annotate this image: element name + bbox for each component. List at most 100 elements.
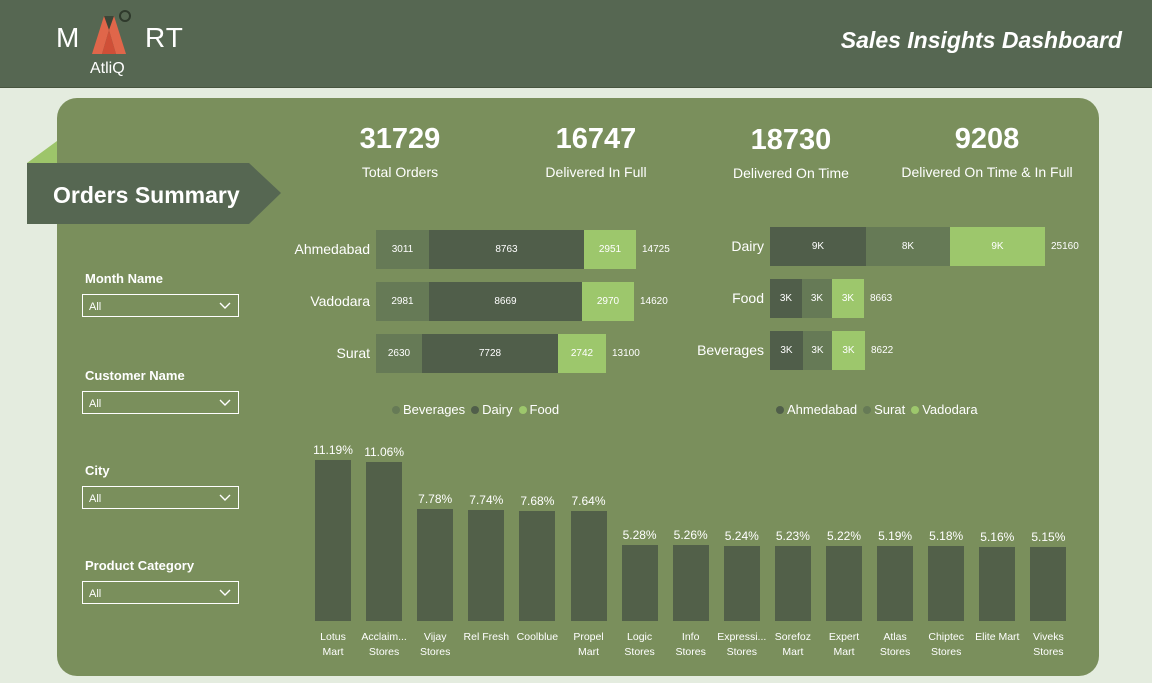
kpi-value: 18730 xyxy=(750,124,832,156)
column-data-label: 5.22% xyxy=(826,529,862,543)
kpi-delivered-otif: 9208 Delivered On Time & In Full xyxy=(887,123,1087,180)
bar-segment: 2742 xyxy=(558,334,606,373)
column-category-label: Sorefoz Mart xyxy=(774,631,811,658)
legend-label: Food xyxy=(529,402,560,417)
column-bar xyxy=(417,509,454,621)
legend-dot xyxy=(392,405,400,414)
bar-segment: 2630 xyxy=(376,334,422,373)
legend-item-dairy: Dairy xyxy=(471,402,513,417)
row-label: Ahmedabad xyxy=(294,241,370,257)
column-category-label: Expert Mart xyxy=(828,631,860,658)
header-bar: M RT AtliQ Sales Insights Dashboard xyxy=(0,0,1152,88)
dropdown-value: All xyxy=(89,398,102,410)
column-category-label: Elite Mart xyxy=(975,631,1020,643)
chevron-down-icon xyxy=(219,494,231,501)
column-category-label: Lotus Mart xyxy=(320,631,346,658)
customer-share-column-chart: 11.19% Lotus Mart 11.06% Acclaim... Stores 7… xyxy=(306,440,1076,665)
city-dropdown[interactable]: All xyxy=(82,486,239,509)
bar-segment: 3K xyxy=(802,279,832,318)
bar-total-label: 8622 xyxy=(871,345,894,356)
dropdown-value: All xyxy=(89,493,102,505)
column-bar xyxy=(826,546,862,621)
row-label: Surat xyxy=(336,345,370,361)
chevron-down-icon xyxy=(219,302,231,309)
bar-segment: 7728 xyxy=(422,334,558,373)
product-category-dropdown[interactable]: All xyxy=(82,581,239,604)
bar-segment: 2951 xyxy=(584,230,636,269)
legend-item-surat: Surat xyxy=(863,402,905,417)
kpi-delivered-in-full: 16747 Delivered In Full xyxy=(496,123,696,180)
bar-segment: 3K xyxy=(770,331,803,370)
legend-label: Ahmedabad xyxy=(787,402,858,417)
column-bar xyxy=(366,462,403,621)
column-bar xyxy=(672,545,709,621)
legend-item-vadodara: Vadodara xyxy=(911,402,978,417)
column-bar xyxy=(928,546,965,621)
legend-item-food: Food xyxy=(518,402,560,417)
column-data-label: 5.26% xyxy=(673,528,708,542)
column-data-label: 5.24% xyxy=(724,529,759,543)
column-category-label: Chiptec Stores xyxy=(928,631,964,658)
column-category-label: Vijay Stores xyxy=(420,631,451,658)
legend-label: Vadodara xyxy=(922,402,978,417)
bar-total-label: 8663 xyxy=(870,293,893,304)
column-category-label: Coolblue xyxy=(516,631,559,643)
column-category-label: Viveks Stores xyxy=(1033,631,1064,658)
legend-label: Surat xyxy=(874,402,906,417)
column-bar xyxy=(570,511,607,621)
atliq-mart-logo: M RT AtliQ xyxy=(56,8,186,80)
column-category-label: Acclaim... Stores xyxy=(361,631,407,658)
column-data-label: 5.19% xyxy=(878,529,913,543)
kpi-label: Total Orders xyxy=(361,164,439,180)
kpi-label: Delivered On Time xyxy=(733,165,849,181)
column-data-label: 7.78% xyxy=(418,492,453,506)
dropdown-value: All xyxy=(89,301,102,313)
column-bar xyxy=(774,546,811,621)
month-name-dropdown[interactable]: All xyxy=(82,294,239,317)
category-chart-legend: Ahmedabad Surat Vadodara xyxy=(776,402,984,417)
column-bar xyxy=(621,545,658,621)
section-ribbon: Orders Summary xyxy=(27,163,281,224)
row-label: Dairy xyxy=(731,238,764,254)
bar-segment: 9K xyxy=(950,227,1045,266)
legend-dot xyxy=(776,405,784,414)
kpi-label: Delivered On Time & In Full xyxy=(901,164,1073,180)
row-label: Beverages xyxy=(697,342,764,358)
filter-label: Customer Name xyxy=(85,368,185,383)
column-category-label: Expressi... Stores xyxy=(717,631,767,658)
bar-total-label: 25160 xyxy=(1051,241,1079,252)
column-data-label: 5.28% xyxy=(622,528,657,542)
bar-segment: 9K xyxy=(770,227,866,266)
column-data-label: 11.06% xyxy=(364,445,404,459)
column-data-label: 7.74% xyxy=(469,493,504,507)
column-data-label: 5.18% xyxy=(929,529,964,543)
column-data-label: 5.15% xyxy=(1031,530,1066,544)
column-data-label: 7.68% xyxy=(520,494,555,508)
customer-name-dropdown[interactable]: All xyxy=(82,391,239,414)
logo-a-icon xyxy=(92,10,131,54)
bar-segment: 2981 xyxy=(376,282,429,321)
chevron-down-icon xyxy=(219,589,231,596)
dashboard-title: Sales Insights Dashboard xyxy=(840,27,1122,53)
section-title: Orders Summary xyxy=(53,182,240,208)
column-bar xyxy=(468,510,505,621)
bar-segment: 3011 xyxy=(376,230,429,269)
filter-customer-name: Customer Name All xyxy=(82,368,240,414)
legend-dot xyxy=(863,405,872,414)
dropdown-value: All xyxy=(89,588,102,600)
filter-label: City xyxy=(85,463,110,478)
bar-segment: 3K xyxy=(832,279,864,318)
column-data-label: 5.16% xyxy=(980,530,1015,544)
filter-label: Month Name xyxy=(85,271,163,286)
column-category-label: Rel Fresh xyxy=(463,631,510,643)
filter-product-category: Product Category All xyxy=(82,558,240,604)
bar-segment: 8669 xyxy=(429,282,582,321)
column-category-label: Propel Mart xyxy=(573,631,604,658)
column-category-label: Atlas Stores xyxy=(879,631,911,658)
legend-label: Dairy xyxy=(482,402,513,417)
column-category-label: Logic Stores xyxy=(624,631,655,658)
legend-dot xyxy=(911,405,920,414)
column-data-label: 7.64% xyxy=(571,494,606,508)
row-label: Vadodara xyxy=(310,293,370,309)
column-bar xyxy=(723,546,760,621)
